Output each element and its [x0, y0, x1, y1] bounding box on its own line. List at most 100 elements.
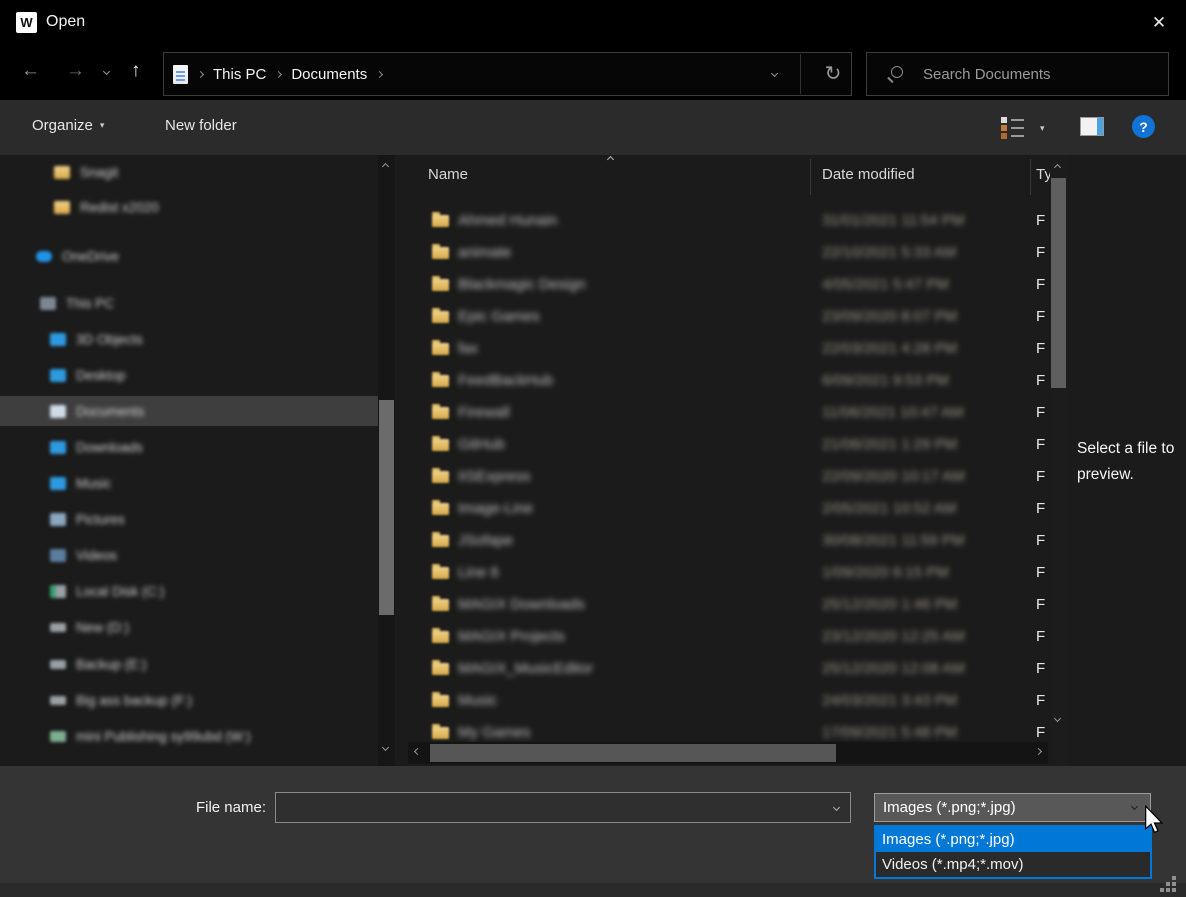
- table-row[interactable]: fax22/03/2021 4:28 PMF: [410, 333, 1048, 365]
- column-divider[interactable]: [1030, 159, 1031, 195]
- sidebar-item-onedrive[interactable]: OneDrive: [36, 241, 119, 271]
- table-row[interactable]: FeedBackHub6/09/2021 9:53 PMF: [410, 365, 1048, 397]
- music-note-icon: [50, 477, 66, 490]
- help-button[interactable]: ?: [1132, 115, 1155, 138]
- column-divider[interactable]: [810, 159, 811, 195]
- table-row[interactable]: Image-Line2/05/2021 10:52 AMF: [410, 493, 1048, 525]
- folder-icon: [432, 375, 449, 387]
- sort-ascending-icon: [607, 156, 614, 163]
- table-row[interactable]: Blackmagic Design4/05/2021 5:47 PMF: [410, 269, 1048, 301]
- address-bar[interactable]: This PC Documents ↻: [163, 52, 852, 96]
- preview-pane-icon[interactable]: [1080, 117, 1104, 136]
- document-location-icon: [173, 65, 188, 84]
- file-list-scrollbar[interactable]: [1050, 155, 1067, 766]
- sidebar-item-network-drive[interactable]: mini Publishing sy99ubd (W:): [50, 721, 251, 751]
- views-caret-icon[interactable]: ▾: [1040, 123, 1045, 134]
- window-bottom-edge: [0, 883, 1186, 897]
- scroll-up-icon[interactable]: [1054, 164, 1061, 171]
- table-row[interactable]: Line 61/09/2020 6:15 PMF: [410, 557, 1048, 589]
- folder-icon: [54, 201, 70, 214]
- sidebar-item-this-pc[interactable]: This PC: [40, 288, 114, 318]
- sidebar-item-documents[interactable]: Documents: [50, 396, 144, 426]
- table-row[interactable]: Ahmed Hunain31/01/2021 11:54 PMF: [410, 205, 1048, 237]
- dialog-content: Snagit Redist x2020 OneDrive This PC 3D …: [0, 155, 1186, 766]
- sidebar-item-pictures[interactable]: Pictures: [50, 504, 125, 534]
- horizontal-scrollbar-thumb[interactable]: [430, 744, 836, 762]
- preview-pane-message: Select a file to preview.: [1077, 436, 1183, 488]
- sidebar-item-drive-d[interactable]: New (D:): [50, 612, 129, 642]
- sidebar-scrollbar-thumb[interactable]: [379, 400, 394, 615]
- folder-icon: [432, 247, 449, 259]
- file-type-option-images[interactable]: Images (*.png;*.jpg): [876, 827, 1150, 852]
- sidebar-item-local-disk-c[interactable]: Local Disk (C:): [50, 576, 165, 606]
- up-button[interactable]: ↑: [131, 58, 141, 84]
- breadcrumb-documents[interactable]: Documents: [291, 66, 367, 83]
- sidebar-item-music[interactable]: Music: [50, 468, 111, 498]
- sidebar-item-3d-objects[interactable]: 3D Objects: [50, 324, 143, 354]
- file-name-combobox[interactable]: [275, 792, 851, 823]
- file-list-scrollbar-thumb[interactable]: [1051, 178, 1066, 388]
- resize-grip[interactable]: [1160, 876, 1164, 880]
- sidebar-item-snagit[interactable]: Snagit: [54, 157, 118, 187]
- scroll-right-icon[interactable]: [1035, 748, 1042, 755]
- sidebar-item-drive-f[interactable]: Big ass backup (F:): [50, 685, 192, 715]
- documents-folder-icon: [50, 405, 66, 418]
- table-row[interactable]: MAGIX_MusicEditor25/12/2020 12:08 AMF: [410, 653, 1048, 685]
- organize-button[interactable]: Organize ▾: [32, 117, 104, 134]
- organize-caret-icon: ▾: [100, 120, 105, 131]
- scroll-left-icon[interactable]: [414, 748, 421, 755]
- scroll-up-icon[interactable]: [382, 163, 389, 170]
- folder-icon: [432, 503, 449, 515]
- table-row[interactable]: Firewall11/06/2021 10:47 AMF: [410, 397, 1048, 429]
- column-header-name[interactable]: Name: [428, 166, 468, 183]
- table-row[interactable]: MAGIX Downloads25/12/2020 1:46 PMF: [410, 589, 1048, 621]
- file-type-dropdown[interactable]: Images (*.png;*.jpg): [874, 793, 1151, 822]
- new-folder-button[interactable]: New folder: [165, 117, 237, 134]
- details-view-icon[interactable]: [1001, 116, 1025, 138]
- hard-drive-icon: [50, 585, 66, 598]
- folder-icon: [432, 279, 449, 291]
- help-glyph: ?: [1139, 119, 1148, 135]
- sidebar-item-downloads[interactable]: Downloads: [50, 432, 143, 462]
- folder-icon: [432, 631, 449, 643]
- sidebar-item-drive-e[interactable]: Backup (E:): [50, 649, 147, 679]
- horizontal-scrollbar[interactable]: [408, 742, 1048, 764]
- breadcrumb-this-pc[interactable]: This PC: [213, 66, 266, 83]
- sidebar-scrollbar[interactable]: [378, 155, 395, 766]
- table-row[interactable]: MAGIX Projects23/12/2020 12:25 AMF: [410, 621, 1048, 653]
- folder-icon: [432, 407, 449, 419]
- sidebar-item-videos[interactable]: Videos: [50, 540, 117, 570]
- file-type-option-videos[interactable]: Videos (*.mp4;*.mov): [876, 852, 1150, 877]
- mouse-cursor: [1144, 805, 1164, 835]
- breadcrumb-chevron-icon: [197, 70, 204, 77]
- folder-icon: [432, 535, 449, 547]
- address-dropdown-chevron-icon[interactable]: [771, 70, 778, 77]
- onedrive-cloud-icon: [36, 251, 52, 262]
- organize-label: Organize: [32, 117, 93, 134]
- file-name-input[interactable]: [282, 793, 822, 822]
- table-row[interactable]: Epic Games23/09/2020 8:07 PMF: [410, 301, 1048, 333]
- sidebar-item-desktop[interactable]: Desktop: [50, 360, 126, 390]
- search-box[interactable]: [866, 52, 1169, 96]
- refresh-button[interactable]: ↻: [814, 60, 852, 88]
- search-input[interactable]: [923, 53, 1161, 95]
- back-button[interactable]: ←: [21, 58, 40, 84]
- scroll-down-icon[interactable]: [1054, 715, 1061, 722]
- table-row[interactable]: Music24/03/2021 3:43 PMF: [410, 685, 1048, 717]
- sidebar-item-redist[interactable]: Redist x2020: [54, 192, 159, 222]
- folder-icon: [432, 567, 449, 579]
- close-button[interactable]: ✕: [1140, 8, 1178, 38]
- scroll-down-icon[interactable]: [382, 744, 389, 751]
- table-row[interactable]: animate22/10/2021 5:33 AMF: [410, 237, 1048, 269]
- table-row[interactable]: IISExpress22/09/2020 10:17 AMF: [410, 461, 1048, 493]
- title-bar: W Open ✕: [0, 0, 1186, 47]
- file-name-dropdown-chevron-icon[interactable]: [833, 804, 840, 811]
- table-row[interactable]: JSofape30/08/2021 11:59 PMF: [410, 525, 1048, 557]
- table-row[interactable]: GitHub21/06/2021 1:29 PMF: [410, 429, 1048, 461]
- 3d-objects-icon: [50, 333, 66, 346]
- file-type-selected-value: Images (*.png;*.jpg): [875, 799, 1016, 816]
- forward-button[interactable]: →: [66, 58, 85, 84]
- file-name-label: File name:: [156, 799, 266, 816]
- file-type-options-list: Images (*.png;*.jpg) Videos (*.mp4;*.mov…: [874, 825, 1152, 879]
- column-header-date-modified[interactable]: Date modified: [822, 166, 915, 183]
